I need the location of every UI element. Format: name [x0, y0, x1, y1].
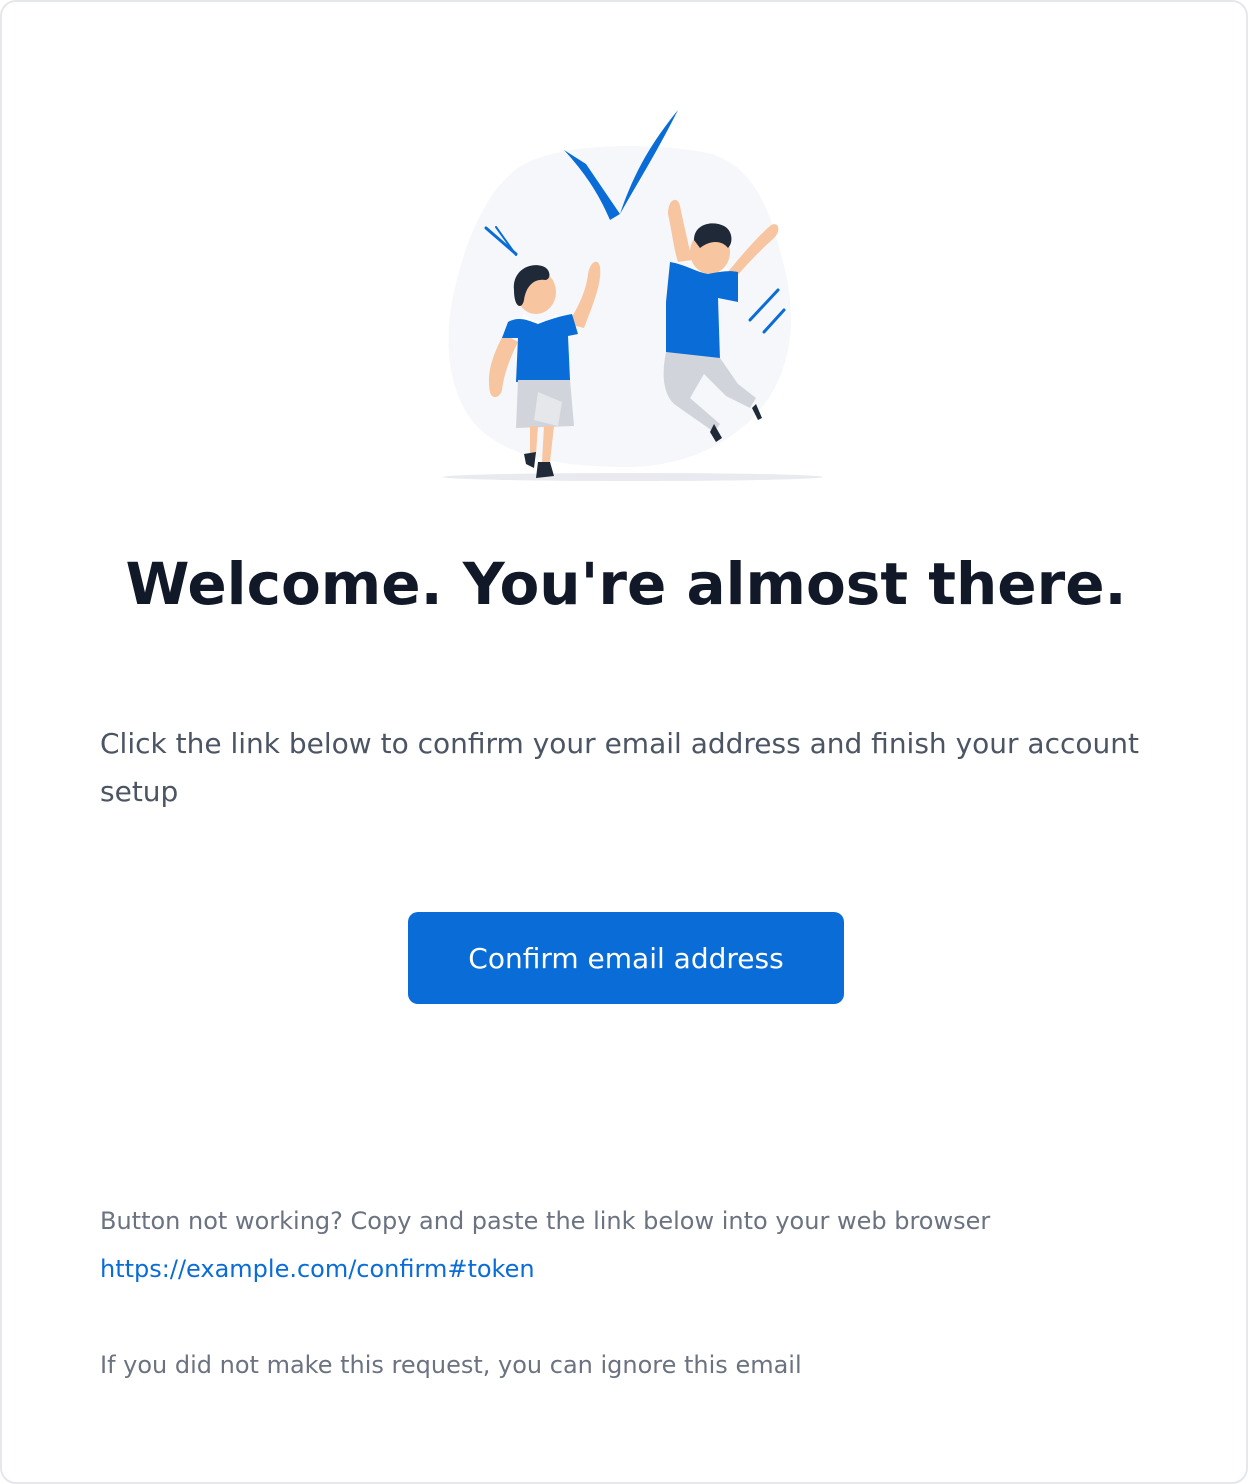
confirm-email-button[interactable]: Confirm email address	[408, 912, 844, 1004]
confirm-link[interactable]: https://example.com/confirm#token	[100, 1250, 535, 1288]
help-text: Button not working? Copy and paste the l…	[100, 1207, 991, 1235]
ground-shadow	[443, 473, 823, 481]
ignore-text: If you did not make this request, you ca…	[100, 1351, 802, 1379]
celebration-checkmark-illustration	[443, 110, 823, 481]
email-card: Welcome. You're almost there. Click the …	[0, 0, 1248, 1484]
background-blob	[448, 146, 791, 467]
page-title: Welcome. You're almost there.	[125, 550, 1127, 618]
intro-text: Click the link below to confirm your ema…	[100, 727, 1139, 808]
